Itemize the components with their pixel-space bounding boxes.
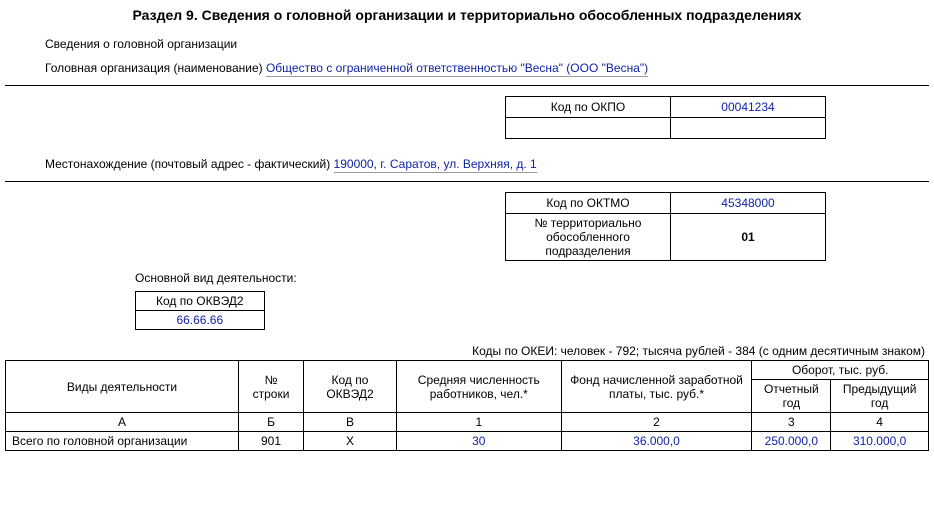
divider <box>5 181 929 182</box>
letter-3: 3 <box>752 413 831 432</box>
okved-label: Код по ОКВЭД2 <box>136 292 265 311</box>
okpo-label: Код по ОКПО <box>506 97 671 118</box>
section-title: Раздел 9. Сведения о головной организаци… <box>5 7 929 23</box>
col-fund: Фонд начисленной заработной платы, тыс. … <box>561 361 752 413</box>
empty-cell <box>506 118 671 139</box>
row-okved: Х <box>304 432 397 451</box>
address-label: Местонахождение (почтовый адрес - фактич… <box>45 157 334 171</box>
col-rowno: № строки <box>239 361 304 413</box>
row-turn-cur[interactable]: 250.000,0 <box>752 432 831 451</box>
row-fund[interactable]: 36.000,0 <box>561 432 752 451</box>
col-turnover: Оборот, тыс. руб. <box>752 361 929 380</box>
okpo-value[interactable]: 00041234 <box>671 97 826 118</box>
oktmo-value[interactable]: 45348000 <box>671 193 826 214</box>
col-activity: Виды деятельности <box>6 361 239 413</box>
okpo-box: Код по ОКПО 00041234 <box>505 96 826 139</box>
oktmo-box: Код по ОКТМО 45348000 № территориально о… <box>505 192 826 261</box>
letter-a: А <box>6 413 239 432</box>
oktmo-label: Код по ОКТМО <box>506 193 671 214</box>
letter-2: 2 <box>561 413 752 432</box>
empty-cell <box>671 118 826 139</box>
row-avg[interactable]: 30 <box>397 432 562 451</box>
row-label: Всего по головной организации <box>6 432 239 451</box>
okved-box: Код по ОКВЭД2 66.66.66 <box>135 291 265 330</box>
col-report-year: Отчетный год <box>752 380 831 413</box>
divider <box>5 85 929 86</box>
terr-label: № территориально обособленного подраздел… <box>506 214 671 261</box>
address-line: Местонахождение (почтовый адрес - фактич… <box>45 157 929 171</box>
activity-table: Виды деятельности № строки Код по ОКВЭД2… <box>5 360 929 451</box>
org-line: Головная организация (наименование) Обще… <box>45 61 929 75</box>
activity-label: Основной вид деятельности: <box>135 271 929 285</box>
letter-v: В <box>304 413 397 432</box>
terr-value: 01 <box>671 214 826 261</box>
org-value[interactable]: Общество с ограниченной ответственностью… <box>266 61 648 77</box>
col-avg: Средняя численность работников, чел.* <box>397 361 562 413</box>
table-row: Всего по головной организации 901 Х 30 3… <box>6 432 929 451</box>
address-value[interactable]: 190000, г. Саратов, ул. Верхняя, д. 1 <box>334 157 537 173</box>
col-okved: Код по ОКВЭД2 <box>304 361 397 413</box>
letter-b: Б <box>239 413 304 432</box>
org-label: Головная организация (наименование) <box>45 61 266 75</box>
okei-note: Коды по ОКЕИ: человек - 792; тысяча рубл… <box>5 344 925 358</box>
okved-value[interactable]: 66.66.66 <box>136 311 265 330</box>
col-prev-year: Предыдущий год <box>831 380 929 413</box>
row-no: 901 <box>239 432 304 451</box>
subsection-header: Сведения о головной организации <box>45 37 929 51</box>
letter-1: 1 <box>397 413 562 432</box>
letter-4: 4 <box>831 413 929 432</box>
row-turn-prev[interactable]: 310.000,0 <box>831 432 929 451</box>
